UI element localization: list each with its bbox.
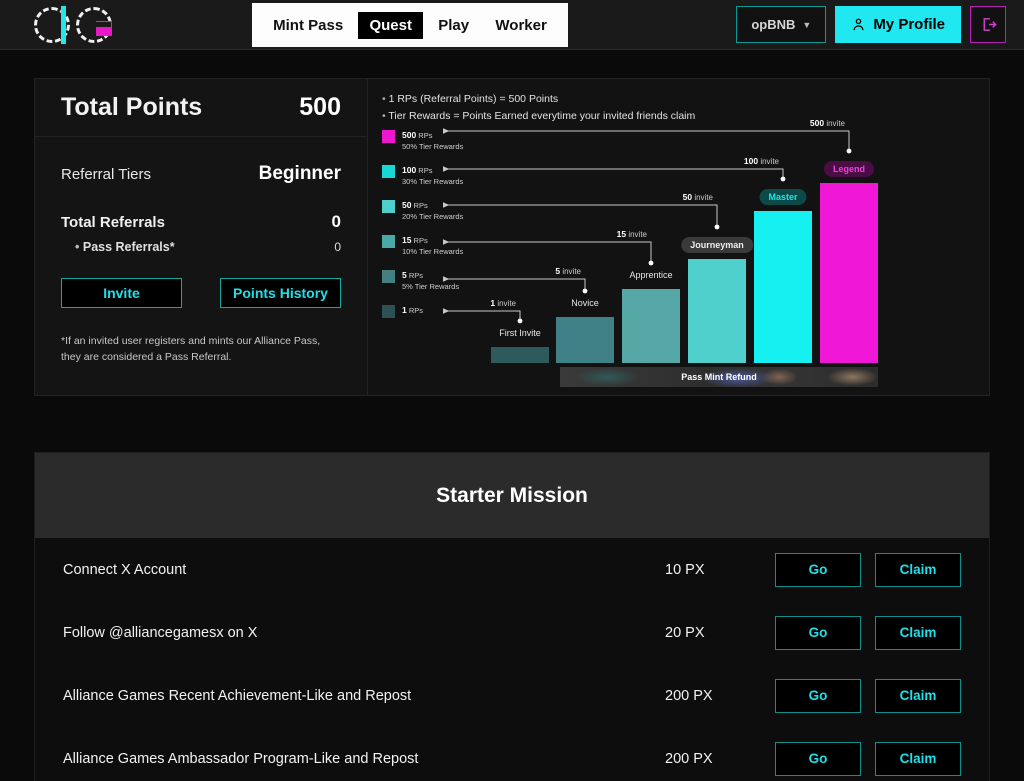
header-actions: opBNB ▼ My Profile bbox=[736, 6, 1006, 43]
points-card-actions: Invite Points History bbox=[61, 278, 341, 308]
total-referrals-row: Total Referrals 0 bbox=[61, 212, 341, 232]
claim-button[interactable]: Claim bbox=[875, 678, 961, 713]
mission-row: Alliance Games Recent Achievement-Like a… bbox=[35, 664, 989, 727]
total-points-row: Total Points 500 bbox=[35, 79, 367, 137]
mission-reward-points: 200 PX bbox=[665, 750, 713, 767]
total-points-value: 500 bbox=[299, 93, 341, 121]
pass-referrals-value: 0 bbox=[334, 240, 341, 254]
mission-name: Follow @alliancegamesx on X bbox=[63, 624, 258, 641]
pass-mint-refund-label: Pass Mint Refund bbox=[681, 372, 757, 382]
mission-row: Alliance Games Ambassador Program-Like a… bbox=[35, 727, 989, 781]
nav-item-worker[interactable]: Worker bbox=[484, 12, 557, 39]
mission-list: Connect X Account 10 PX Go Claim Follow @all… bbox=[35, 538, 989, 781]
logo-a-icon bbox=[32, 5, 72, 45]
referral-tier-row: Referral Tiers Beginner bbox=[61, 163, 341, 185]
pass-referrals-label: Pass Referrals* bbox=[75, 240, 175, 254]
mission-row: Connect X Account 10 PX Go Claim bbox=[35, 538, 989, 601]
referral-tier-chart: 1 RPs (Referral Points) = 500 Points Tie… bbox=[368, 79, 989, 395]
total-points-label: Total Points bbox=[61, 93, 203, 121]
starter-mission-header: Starter Mission bbox=[35, 453, 989, 538]
starter-mission-panel: Starter Mission Connect X Account 10 PX Go… bbox=[34, 452, 990, 781]
mission-name: Alliance Games Recent Achievement-Like a… bbox=[63, 687, 412, 704]
logout-icon bbox=[983, 18, 997, 31]
pass-referral-footnote: *If an invited user registers and mints … bbox=[61, 335, 321, 363]
my-profile-button[interactable]: My Profile bbox=[835, 6, 961, 43]
invite-button[interactable]: Invite bbox=[61, 278, 182, 308]
points-history-button[interactable]: Points History bbox=[220, 278, 341, 308]
chart-plot-area: 500 RPs 50% Tier Rewards 100 RPs 30% Tier R… bbox=[368, 79, 989, 395]
mission-reward-points: 20 PX bbox=[665, 624, 705, 641]
person-icon bbox=[853, 18, 864, 31]
chain-label: opBNB bbox=[751, 17, 796, 32]
mission-actions: Go Claim bbox=[775, 552, 961, 587]
my-profile-label: My Profile bbox=[873, 16, 945, 33]
go-button[interactable]: Go bbox=[775, 552, 861, 587]
referral-tier-value: Beginner bbox=[258, 163, 341, 184]
total-referrals-label: Total Referrals bbox=[61, 214, 165, 231]
mission-reward-points: 10 PX bbox=[665, 561, 705, 578]
chart-connector-lines bbox=[443, 128, 852, 324]
mission-name: Connect X Account bbox=[63, 561, 187, 578]
referral-tiers-label: Referral Tiers bbox=[61, 166, 152, 183]
nav-item-play[interactable]: Play bbox=[427, 12, 480, 39]
go-button[interactable]: Go bbox=[775, 615, 861, 650]
starter-mission-title: Starter Mission bbox=[436, 483, 588, 507]
chevron-down-icon: ▼ bbox=[802, 19, 812, 30]
main-nav: Mint Pass Quest Play Worker bbox=[252, 3, 568, 47]
mission-row: Follow @alliancegamesx on X 20 PX Go Claim bbox=[35, 601, 989, 664]
claim-button[interactable]: Claim bbox=[875, 741, 961, 776]
mission-name: Alliance Games Ambassador Program-Like a… bbox=[63, 750, 419, 767]
go-button[interactable]: Go bbox=[775, 741, 861, 776]
mission-reward-points: 200 PX bbox=[665, 687, 713, 704]
alliance-games-logo[interactable] bbox=[32, 4, 118, 46]
go-button[interactable]: Go bbox=[775, 678, 861, 713]
claim-button[interactable]: Claim bbox=[875, 615, 961, 650]
mission-actions: Go Claim bbox=[775, 741, 961, 776]
app-header: Mint Pass Quest Play Worker opBNB ▼ My P… bbox=[0, 0, 1024, 50]
nav-item-mint-pass[interactable]: Mint Pass bbox=[262, 12, 354, 39]
logout-button[interactable] bbox=[970, 6, 1006, 43]
referral-overview-panel: Total Points 500 Referral Tiers Beginner… bbox=[34, 78, 990, 396]
pass-referrals-row: Pass Referrals* 0 bbox=[61, 240, 341, 254]
total-referrals-value: 0 bbox=[331, 212, 341, 231]
mission-actions: Go Claim bbox=[775, 678, 961, 713]
claim-button[interactable]: Claim bbox=[875, 552, 961, 587]
nav-item-quest[interactable]: Quest bbox=[358, 11, 423, 39]
mission-actions: Go Claim bbox=[775, 615, 961, 650]
logo-g-icon bbox=[74, 5, 114, 45]
chain-selector[interactable]: opBNB ▼ bbox=[736, 6, 827, 43]
pass-mint-refund-bar: Pass Mint Refund bbox=[560, 367, 878, 387]
points-card: Total Points 500 Referral Tiers Beginner… bbox=[35, 79, 368, 395]
